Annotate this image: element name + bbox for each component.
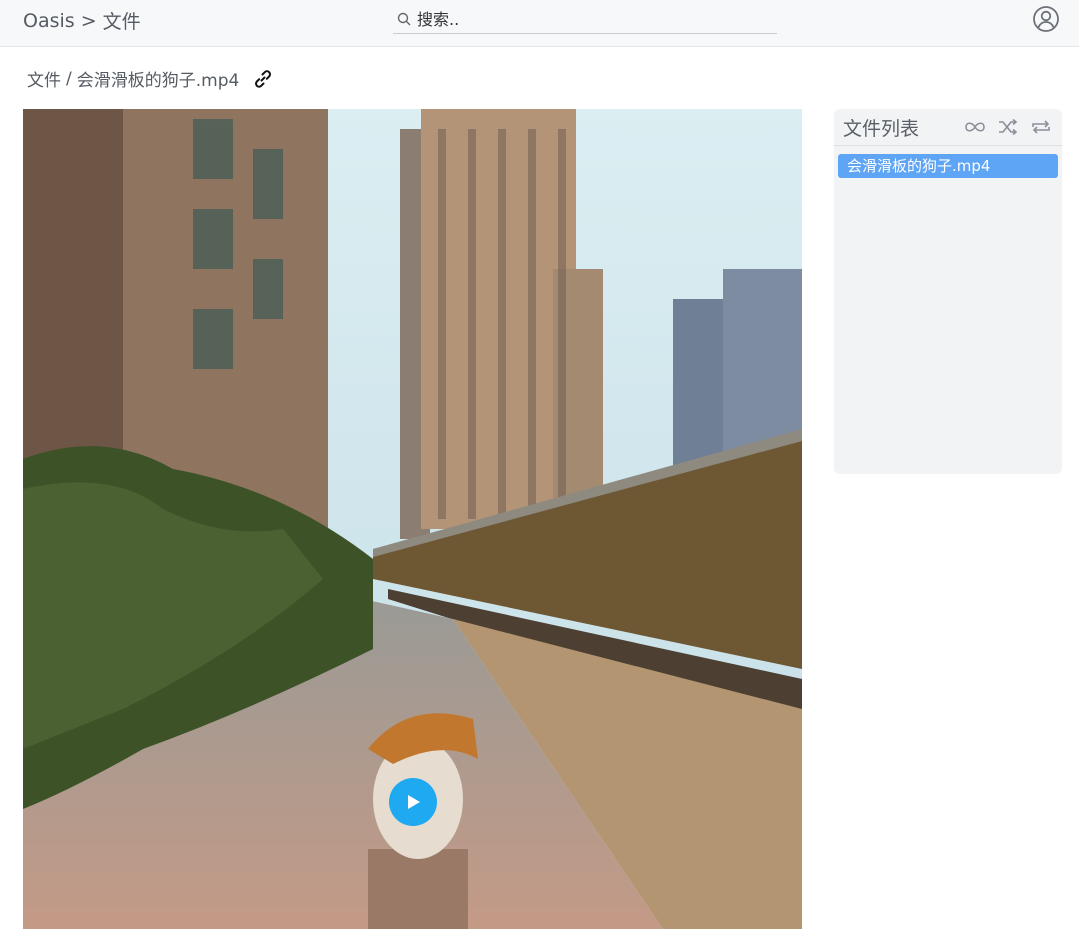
playlist-panel: 文件列表 会滑滑板的狗子.mp4 bbox=[834, 109, 1062, 474]
search-box bbox=[393, 5, 777, 34]
section-link[interactable]: 文件 bbox=[103, 7, 141, 34]
shuffle-icon[interactable] bbox=[995, 117, 1021, 137]
video-player[interactable] bbox=[23, 109, 802, 929]
repeat-icon[interactable] bbox=[1028, 117, 1054, 137]
playlist-item-selected[interactable]: 会滑滑板的狗子.mp4 bbox=[838, 154, 1058, 178]
playlist-title: 文件列表 bbox=[843, 117, 920, 140]
link-icon[interactable] bbox=[252, 68, 274, 90]
infinite-loop-icon[interactable] bbox=[962, 117, 988, 137]
path-root-link[interactable]: 文件 bbox=[27, 66, 61, 91]
top-bar: Oasis > 文件 bbox=[0, 0, 1079, 47]
file-path-breadcrumb: 文件 / 会滑滑板的狗子.mp4 bbox=[27, 66, 274, 91]
path-separator: / bbox=[66, 68, 72, 89]
play-icon bbox=[408, 795, 420, 809]
playback-mode-controls bbox=[962, 117, 1054, 137]
search-icon bbox=[393, 8, 415, 30]
breadcrumb-separator: > bbox=[80, 9, 97, 32]
user-avatar-icon[interactable] bbox=[1032, 5, 1060, 33]
search-input[interactable] bbox=[417, 9, 757, 29]
play-button[interactable] bbox=[389, 778, 437, 826]
top-breadcrumb: Oasis > 文件 bbox=[23, 7, 141, 34]
playlist-header: 文件列表 bbox=[834, 109, 1062, 146]
path-file-name: 会滑滑板的狗子.mp4 bbox=[76, 71, 240, 91]
app-name-link[interactable]: Oasis bbox=[23, 10, 75, 32]
